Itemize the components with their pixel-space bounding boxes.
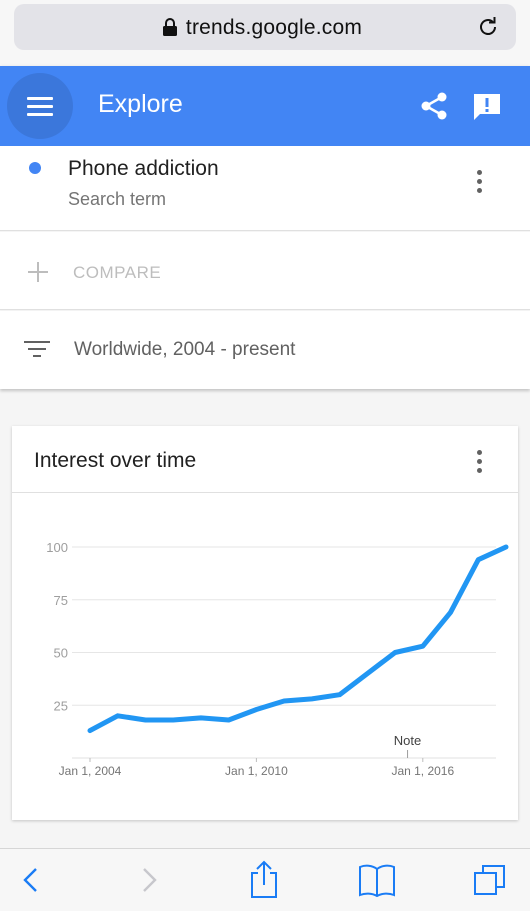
back-icon[interactable] xyxy=(14,863,48,897)
x-tick-label: Jan 1, 2004 xyxy=(59,764,122,778)
compare-label: COMPARE xyxy=(73,263,162,282)
search-term-name: Phone addiction xyxy=(68,157,219,180)
filter-row[interactable]: Worldwide, 2004 - present xyxy=(0,311,530,389)
x-tick-label: Jan 1, 2010 xyxy=(225,764,288,778)
compare-button[interactable]: COMPARE xyxy=(0,232,530,310)
url-text: trends.google.com xyxy=(185,16,363,39)
menu-button[interactable] xyxy=(7,73,73,139)
note-label: Note xyxy=(394,733,421,748)
y-tick-label: 25 xyxy=(54,698,68,713)
share-upload-icon[interactable] xyxy=(247,859,281,899)
address-bar[interactable]: trends.google.com xyxy=(14,4,516,50)
browser-toolbar xyxy=(0,848,530,911)
book-icon[interactable] xyxy=(358,863,396,897)
interest-over-time-card: Interest over time 25 50 75 100 Jan 1, 2004 J… xyxy=(12,426,518,820)
share-icon[interactable] xyxy=(418,90,450,122)
y-tick-label: 50 xyxy=(54,646,68,661)
filter-icon xyxy=(24,341,50,359)
tabs-icon[interactable] xyxy=(472,862,508,898)
series-line xyxy=(87,544,509,734)
feedback-icon[interactable] xyxy=(471,91,503,123)
x-tick-label: Jan 1, 2016 xyxy=(391,764,454,778)
more-vert-icon[interactable] xyxy=(474,168,484,196)
reload-icon[interactable] xyxy=(476,15,500,39)
search-term-card[interactable]: Phone addiction Search term xyxy=(0,146,530,231)
y-tick-label: 75 xyxy=(54,593,68,608)
y-tick-label: 100 xyxy=(46,540,68,555)
app-bar: Explore xyxy=(0,66,530,146)
browser-url-bar-area: trends.google.com xyxy=(0,0,530,66)
page-title: Explore xyxy=(98,90,183,118)
add-icon xyxy=(28,262,48,282)
series-color-dot xyxy=(29,162,41,174)
filter-label: Worldwide, 2004 - present xyxy=(74,339,296,360)
search-term-type: Search term xyxy=(68,189,167,209)
interest-line-chart: 25 50 75 100 Jan 1, 2004 Jan 1, 2010 Jan 1, 20… xyxy=(46,540,509,778)
forward-icon[interactable] xyxy=(132,863,166,897)
